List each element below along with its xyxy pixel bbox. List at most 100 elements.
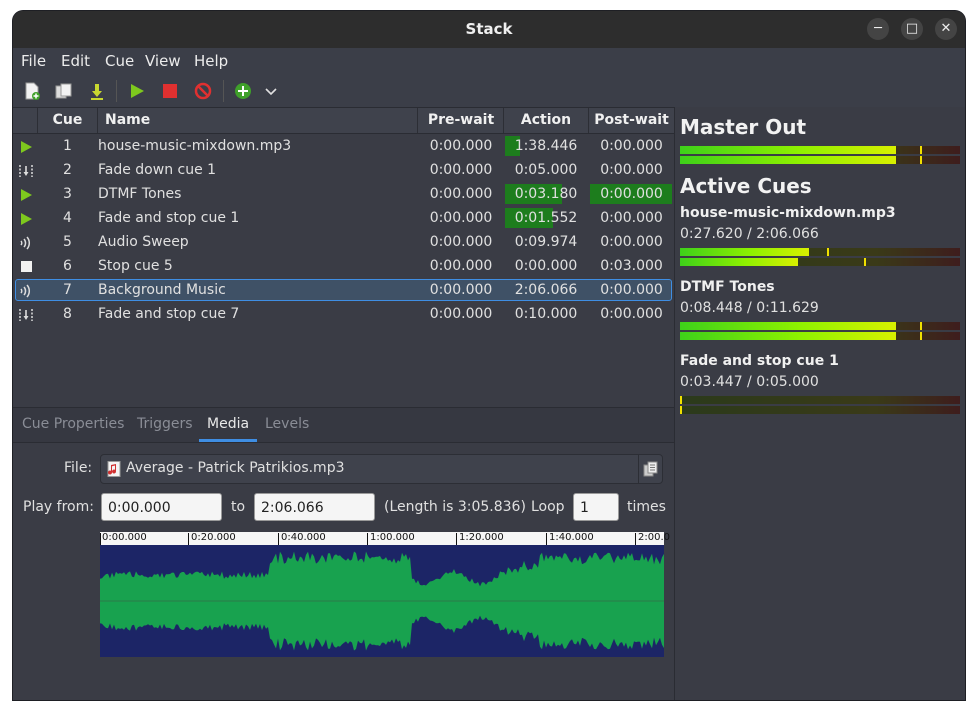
header-postwait[interactable]: Post-wait bbox=[589, 108, 674, 133]
chevron-down-icon[interactable] bbox=[261, 81, 281, 101]
menu-view[interactable]: View bbox=[145, 52, 181, 70]
stop-square-icon bbox=[21, 261, 32, 272]
loop-input[interactable]: 1 bbox=[573, 493, 619, 521]
play-from-input[interactable]: 0:00.000 bbox=[101, 493, 222, 521]
meter-peak bbox=[680, 396, 682, 404]
tab-triggers[interactable]: Triggers bbox=[137, 416, 193, 432]
file-chooser-divider bbox=[638, 455, 639, 483]
menu-help[interactable]: Help bbox=[194, 52, 228, 70]
ruler-label: 0:40.000 bbox=[281, 532, 326, 543]
ruler-tick bbox=[188, 533, 189, 545]
active-cue-meter-channel bbox=[680, 258, 960, 266]
header-prewait[interactable]: Pre-wait bbox=[419, 108, 504, 133]
ruler-tick bbox=[278, 533, 279, 545]
levels-pane: Master Out Active Cues house-music-mixdo… bbox=[674, 107, 965, 700]
ruler-tick bbox=[100, 533, 101, 545]
cue-row[interactable]: 5 Audio Sweep 0:00.000 0:09.974 0:00.000 bbox=[13, 230, 674, 254]
maximize-button[interactable]: □ bbox=[901, 18, 923, 40]
cue-action: 0:00.000 bbox=[514, 258, 578, 274]
meter-fill bbox=[680, 322, 896, 330]
header-icon-col[interactable] bbox=[13, 108, 38, 133]
cue-prewait: 0:00.000 bbox=[429, 306, 493, 322]
cue-name: Stop cue 5 bbox=[98, 258, 173, 274]
cue-row[interactable]: 6 Stop cue 5 0:00.000 0:00.000 0:03.000 bbox=[13, 254, 674, 278]
cue-row[interactable]: 2 Fade down cue 1 0:00.000 0:05.000 0:00.000 bbox=[13, 158, 674, 182]
cue-action: 0:05.000 bbox=[514, 162, 578, 178]
minimize-button[interactable]: ─ bbox=[867, 18, 889, 40]
ruler-label: 0:00.000 bbox=[102, 532, 147, 543]
cue-row[interactable]: 1 house-music-mixdown.mp3 0:00.000 1:38.446… bbox=[13, 134, 674, 158]
active-tab-indicator bbox=[199, 439, 257, 442]
active-cue-time: 0:27.620 / 2:06.066 bbox=[680, 226, 819, 242]
ruler-label: 1:00.000 bbox=[370, 532, 415, 543]
cue-row[interactable]: 4 Fade and stop cue 1 0:00.000 0:01.552 0:00… bbox=[13, 206, 674, 230]
cue-action: 0:10.000 bbox=[514, 306, 578, 322]
header-cue[interactable]: Cue bbox=[38, 108, 98, 133]
duplicate-icon[interactable] bbox=[54, 81, 74, 101]
cue-name: Fade and stop cue 7 bbox=[98, 306, 240, 322]
meter-fill bbox=[680, 146, 896, 154]
play-icon[interactable] bbox=[127, 81, 147, 101]
tab-media[interactable]: Media bbox=[207, 416, 249, 432]
time-ruler: 0:00.000 0:20.000 0:40.000 1:00.000 1:20… bbox=[100, 532, 670, 545]
cue-name: DTMF Tones bbox=[98, 186, 182, 202]
ruler-tick bbox=[367, 533, 368, 545]
file-chooser[interactable]: Average - Patrick Patrikios.mp3 bbox=[100, 454, 663, 484]
cue-name: house-music-mixdown.mp3 bbox=[98, 138, 292, 154]
menu-edit[interactable]: Edit bbox=[61, 52, 90, 70]
fade-icon bbox=[19, 165, 33, 177]
ruler-label: 1:40.000 bbox=[549, 532, 594, 543]
menu-file[interactable]: File bbox=[21, 52, 46, 70]
cue-number: 2 bbox=[63, 162, 72, 178]
header-name[interactable]: Name bbox=[98, 108, 418, 133]
cue-postwait: 0:00.000 bbox=[600, 162, 663, 178]
cue-row[interactable]: 3 DTMF Tones 0:00.000 0:03.180 0:00.000 bbox=[13, 182, 674, 206]
active-cue-name: house-music-mixdown.mp3 bbox=[680, 205, 896, 221]
cue-prewait: 0:00.000 bbox=[429, 234, 493, 250]
ruler-tick bbox=[456, 533, 457, 545]
meter-peak bbox=[920, 322, 922, 330]
waveform-right-channel bbox=[100, 601, 664, 651]
times-label: times bbox=[627, 499, 666, 515]
meter-peak bbox=[827, 248, 829, 256]
cue-postwait: 0:03.000 bbox=[600, 258, 663, 274]
cue-name: Background Music bbox=[98, 282, 226, 298]
close-button[interactable]: ✕ bbox=[935, 18, 957, 40]
waveform-view[interactable]: 0:00.000 0:20.000 0:40.000 1:00.000 1:20… bbox=[100, 532, 670, 657]
download-icon[interactable] bbox=[87, 81, 107, 101]
add-icon[interactable] bbox=[233, 81, 253, 101]
tab-cue-properties[interactable]: Cue Properties bbox=[22, 416, 124, 432]
cue-action: 0:09.974 bbox=[514, 234, 578, 250]
meter-peak bbox=[920, 146, 922, 154]
cue-name: Audio Sweep bbox=[98, 234, 189, 250]
meter-fill bbox=[680, 258, 798, 266]
active-cue-name: Fade and stop cue 1 bbox=[680, 353, 839, 369]
master-out-title: Master Out bbox=[680, 115, 807, 139]
cue-number: 1 bbox=[63, 138, 72, 154]
header-action[interactable]: Action bbox=[504, 108, 589, 133]
new-cue-icon[interactable] bbox=[22, 81, 42, 101]
cue-list-header: Cue Name Pre-wait Action Post-wait bbox=[13, 108, 674, 134]
stop-icon[interactable] bbox=[160, 81, 180, 101]
ruler-label: 1:20.000 bbox=[459, 532, 504, 543]
menu-cue[interactable]: Cue bbox=[105, 52, 134, 70]
audio-icon bbox=[20, 284, 31, 298]
menu-bar: File Edit Cue View Help bbox=[13, 48, 965, 74]
cue-number: 6 bbox=[63, 258, 72, 274]
cue-postwait: 0:00.000 bbox=[600, 186, 663, 202]
cue-row[interactable]: 7 Background Music 0:00.000 2:06.066 0:00.00… bbox=[13, 278, 674, 302]
tab-levels[interactable]: Levels bbox=[265, 416, 309, 432]
browse-icon[interactable] bbox=[643, 461, 659, 477]
active-cues-title: Active Cues bbox=[680, 174, 812, 198]
audio-file-icon bbox=[107, 461, 121, 477]
to-label: to bbox=[231, 499, 246, 515]
meter-fill bbox=[680, 248, 809, 256]
master-meter-channel bbox=[680, 146, 960, 154]
cue-row[interactable]: 8 Fade and stop cue 7 0:00.000 0:10.000 0:00… bbox=[13, 302, 674, 326]
cue-number: 3 bbox=[63, 186, 72, 202]
cue-prewait: 0:00.000 bbox=[429, 138, 493, 154]
master-meter-channel bbox=[680, 156, 960, 164]
cancel-icon[interactable] bbox=[193, 81, 213, 101]
play-to-input[interactable]: 2:06.066 bbox=[254, 493, 375, 521]
cue-number: 7 bbox=[63, 282, 72, 298]
